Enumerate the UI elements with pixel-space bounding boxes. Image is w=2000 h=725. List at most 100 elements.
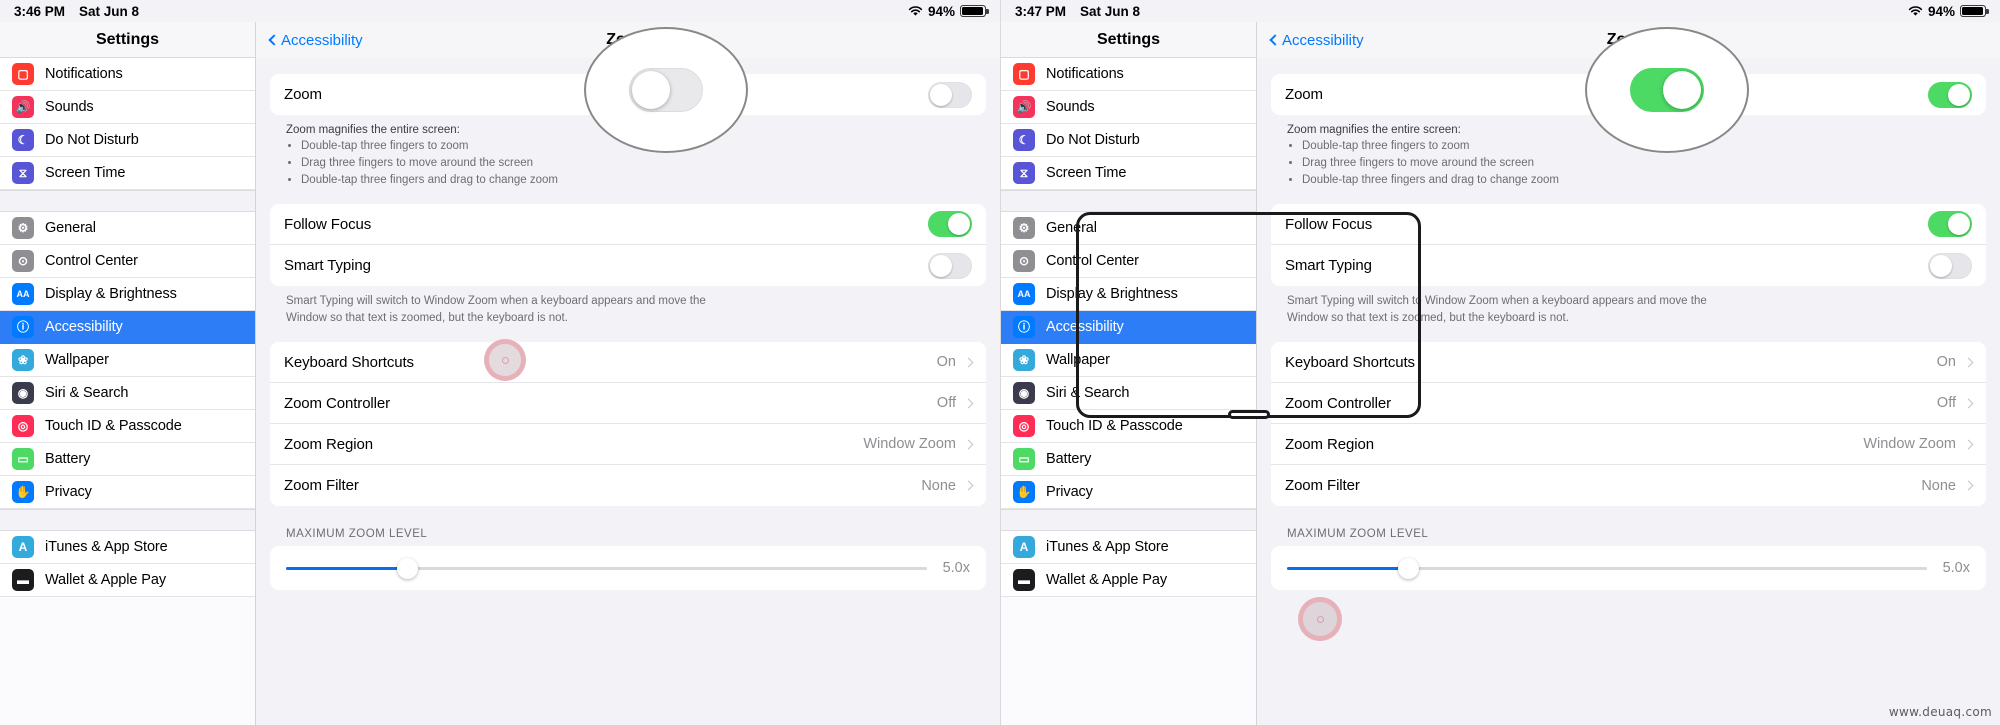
sidebar-item-screen-time[interactable]: ⧖ Screen Time: [1001, 157, 1256, 190]
option-row-zoom-controller[interactable]: Zoom Controller Off: [270, 383, 986, 424]
sidebar-item-label: Wallet & Apple Pay: [45, 572, 166, 588]
sidebar-title: Settings: [0, 22, 255, 58]
smart-typing-toggle[interactable]: [1928, 252, 1972, 279]
sidebar-item-do-not-disturb[interactable]: ☾ Do Not Disturb: [1001, 124, 1256, 157]
dual-screenshot-stage: 3:46 PM Sat Jun 8 94% Settings ▢ Notifica…: [0, 0, 2000, 725]
sidebar-item-touch-id-passcode[interactable]: ◎ Touch ID & Passcode: [0, 410, 255, 443]
chevron-right-icon: [963, 357, 974, 367]
control-center-icon: ⊙: [1013, 250, 1035, 272]
smart-typing-row[interactable]: Smart Typing: [270, 245, 986, 287]
zoom-toggle-magnified[interactable]: [629, 68, 703, 112]
follow-focus-row[interactable]: Follow Focus: [270, 204, 986, 246]
sidebar-item-control-center[interactable]: ⊙ Control Center: [0, 245, 255, 278]
option-label: Zoom Filter: [1285, 477, 1360, 494]
sidebar-item-siri-search[interactable]: ◉ Siri & Search: [0, 377, 255, 410]
touch-id-passcode-icon: ◎: [1013, 415, 1035, 437]
smart-typing-toggle[interactable]: [928, 252, 972, 279]
accessibility-icon: ⓘ: [1013, 316, 1035, 338]
sidebar-item-wallet-apple-pay[interactable]: ▬ Wallet & Apple Pay: [1001, 564, 1256, 597]
sidebar-item-label: iTunes & App Store: [45, 539, 168, 555]
sidebar-item-label: Accessibility: [45, 319, 123, 335]
zoom-window-handle[interactable]: [1227, 410, 1270, 419]
chevron-left-icon: [1269, 34, 1281, 46]
privacy-icon: ✋: [12, 481, 34, 503]
sidebar-item-wallpaper[interactable]: ❀ Wallpaper: [0, 344, 255, 377]
zoom-toggle-magnified[interactable]: [1630, 68, 1704, 112]
battery-settings-icon: ▭: [12, 448, 34, 470]
option-label: Keyboard Shortcuts: [284, 353, 414, 371]
back-button[interactable]: Accessibility: [268, 32, 363, 49]
sidebar-item-label: Wallet & Apple Pay: [1046, 572, 1167, 588]
max-zoom-slider-track[interactable]: [286, 557, 927, 579]
slider-thumb[interactable]: [397, 557, 419, 579]
sidebar-item-privacy[interactable]: ✋ Privacy: [1001, 476, 1256, 509]
status-date: Sat Jun 8: [1080, 3, 1141, 19]
wallet-apple-pay-icon: ▬: [1013, 569, 1035, 591]
wifi-icon: [908, 5, 923, 17]
option-row-keyboard-shortcuts[interactable]: Keyboard Shortcuts On: [270, 342, 986, 383]
sidebar-group: AiTunes & App Store ▬ Wallet & Apple Pay: [0, 531, 255, 597]
display-brightness-icon: AA: [1013, 283, 1035, 305]
option-row-zoom-filter[interactable]: Zoom Filter None: [1271, 465, 1986, 506]
sidebar-item-general[interactable]: ⚙ General: [0, 212, 255, 245]
follow-focus-toggle[interactable]: [1928, 211, 1972, 238]
slider-thumb[interactable]: [1398, 557, 1420, 579]
zoom-footnote-item: Double-tap three fingers and drag to cha…: [1302, 172, 1970, 189]
smart-typing-label: Smart Typing: [284, 257, 371, 275]
sidebar-item-notifications[interactable]: ▢ Notifications: [0, 58, 255, 91]
sidebar-item-privacy[interactable]: ✋ Privacy: [0, 476, 255, 509]
focus-typing-card: Follow Focus Smart Typing: [270, 204, 986, 287]
sidebar-group: ⚙ General ⊙ Control Center AA Display & Brigh…: [0, 212, 255, 509]
general-icon: ⚙: [1013, 217, 1035, 239]
sidebar-group: ▢ Notifications 🔊 Sounds ☾ Do Not Disturb ⧖ Scr…: [1001, 58, 1256, 190]
chevron-right-icon: [963, 439, 974, 449]
sidebar-group: ▢ Notifications 🔊 Sounds ☾ Do Not Disturb ⧖ Scr…: [0, 58, 255, 190]
sidebar-item-label: Privacy: [45, 484, 92, 500]
sidebar-item-screen-time[interactable]: ⧖ Screen Time: [0, 157, 255, 190]
sidebar-item-label: Do Not Disturb: [1046, 132, 1140, 148]
sidebar-item-sounds[interactable]: 🔊 Sounds: [1001, 91, 1256, 124]
zoom-toggle[interactable]: [928, 81, 972, 108]
option-label: Zoom Region: [1285, 435, 1374, 453]
sidebar-item-notifications[interactable]: ▢ Notifications: [1001, 58, 1256, 91]
zoom-toggle[interactable]: [1928, 81, 1972, 108]
control-center-icon: ⊙: [12, 250, 34, 272]
zoom-window-frame[interactable]: [1076, 212, 1421, 419]
accessibility-icon: ⓘ: [12, 316, 34, 338]
follow-focus-toggle[interactable]: [928, 211, 972, 238]
option-row-zoom-filter[interactable]: Zoom Filter None: [270, 465, 986, 506]
siri-search-icon: ◉: [12, 382, 34, 404]
status-bar: 3:47 PM Sat Jun 8 94%: [1001, 0, 2000, 22]
sidebar-item-label: Battery: [45, 451, 91, 467]
sidebar-item-do-not-disturb[interactable]: ☾ Do Not Disturb: [0, 124, 255, 157]
sidebar-group-separator: [1001, 190, 1256, 212]
sounds-icon: 🔊: [1013, 96, 1035, 118]
chevron-right-icon: [1963, 480, 1974, 491]
battery-icon: [960, 5, 989, 17]
slider-fill: [286, 566, 408, 570]
sidebar-group: AiTunes & App Store ▬ Wallet & Apple Pay: [1001, 531, 1256, 597]
sidebar-item-itunes-app-store[interactable]: AiTunes & App Store: [1001, 531, 1256, 564]
battery-percent-label: 94%: [1927, 3, 1955, 19]
screen-time-icon: ⧖: [1013, 162, 1035, 184]
chevron-right-icon: [963, 398, 974, 408]
wallet-apple-pay-icon: ▬: [12, 569, 34, 591]
sidebar-item-accessibility[interactable]: ⓘ Accessibility: [0, 311, 255, 344]
sidebar-item-battery[interactable]: ▭ Battery: [1001, 443, 1256, 476]
sidebar-item-itunes-app-store[interactable]: AiTunes & App Store: [0, 531, 255, 564]
option-label: Zoom Filter: [284, 477, 359, 494]
option-row-zoom-region[interactable]: Zoom Region Window Zoom: [1271, 424, 1986, 465]
sidebar-item-label: Notifications: [1046, 66, 1124, 82]
sidebar-item-battery[interactable]: ▭ Battery: [0, 443, 255, 476]
sidebar-item-label: Sounds: [45, 99, 94, 115]
chevron-right-icon: [1963, 357, 1974, 367]
sidebar-item-display-brightness[interactable]: AA Display & Brightness: [0, 278, 255, 311]
back-button[interactable]: Accessibility: [1269, 32, 1364, 49]
max-zoom-slider-track[interactable]: [1287, 557, 1927, 579]
sidebar-item-wallet-apple-pay[interactable]: ▬ Wallet & Apple Pay: [0, 564, 255, 597]
sidebar-item-label: iTunes & App Store: [1046, 539, 1169, 555]
sidebar-item-label: Battery: [1046, 451, 1092, 467]
sidebar-item-sounds[interactable]: 🔊 Sounds: [0, 91, 255, 124]
option-row-zoom-region[interactable]: Zoom Region Window Zoom: [270, 424, 986, 465]
option-value: Off: [936, 395, 956, 411]
